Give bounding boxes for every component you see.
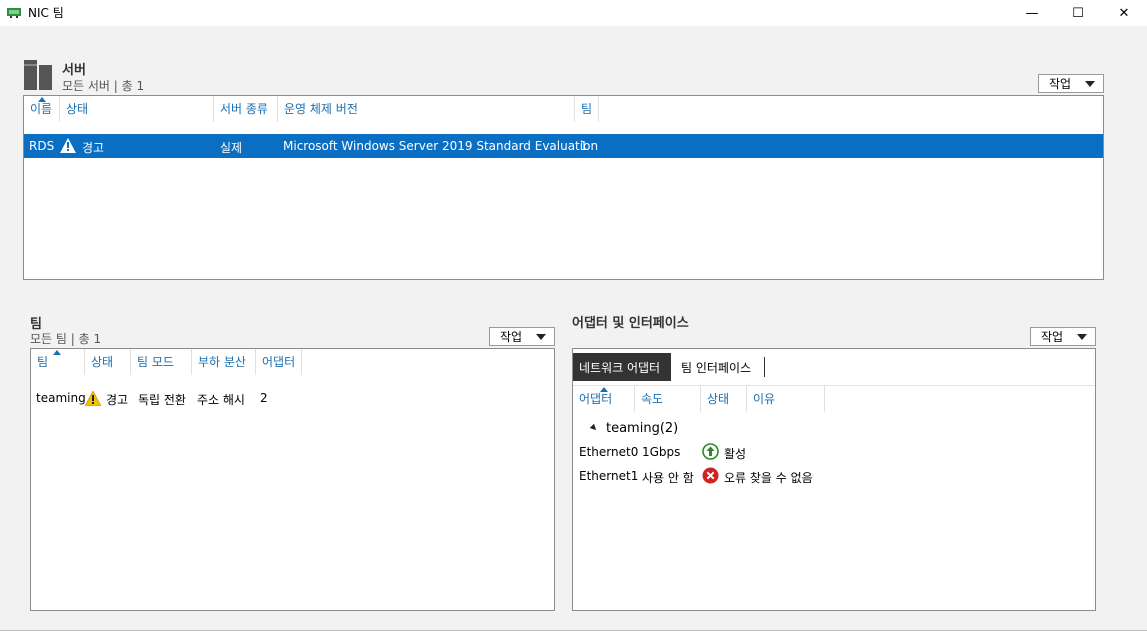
adapters-task-button[interactable]: 작업 — [1030, 327, 1096, 346]
column-header-adapter[interactable]: 어댑터 — [573, 386, 635, 412]
client-area: 서버 모든 서버 | 총 1 작업 이름 상태 서버 종류 운영 체제 버전 팀… — [0, 26, 1147, 630]
adapters-task-label: 작업 — [1041, 330, 1064, 344]
sort-ascending-icon — [38, 97, 46, 102]
server-type: 실제 — [220, 141, 243, 155]
teams-table: 팀 상태 팀 모드 부하 분산 어댑터 teaming 경고 독립 전환 주소 … — [30, 348, 555, 611]
server-status: 경고 — [82, 141, 105, 155]
server-name: RDS — [29, 139, 55, 153]
table-row[interactable]: RDS 경고 실제 Microsoft Windows Server 2019 … — [24, 134, 1103, 158]
sort-ascending-icon — [53, 350, 61, 355]
adapter-speed: 1Gbps — [642, 445, 681, 459]
teams-task-button[interactable]: 작업 — [489, 327, 555, 346]
adapters-panel: 네트워크 어댑터 팀 인터페이스 어댑터 속도 상태 이유 teaming(2)… — [572, 348, 1096, 611]
group-label: teaming(2) — [606, 421, 679, 436]
server-icon — [24, 60, 52, 90]
warning-icon — [85, 391, 101, 406]
servers-subtitle: 모든 서버 | 총 1 — [62, 79, 145, 93]
chevron-down-icon — [1085, 81, 1095, 87]
team-load-balancing: 주소 해시 — [197, 393, 245, 407]
adapter-reason: 오류 찾을 수 없음 — [724, 471, 813, 485]
column-header-team-mode[interactable]: 팀 모드 — [131, 349, 192, 375]
column-header-server-type[interactable]: 서버 종류 — [214, 96, 278, 122]
adapter-name: Ethernet0 — [579, 445, 639, 459]
tab-network-adapters[interactable]: 네트워크 어댑터 — [573, 353, 671, 381]
column-header-name[interactable]: 이름 — [24, 96, 60, 122]
team-mode: 독립 전환 — [138, 393, 186, 407]
team-name: teaming — [36, 391, 86, 405]
group-row[interactable]: teaming(2) — [573, 419, 1095, 439]
servers-task-button[interactable]: 작업 — [1038, 74, 1104, 93]
table-row[interactable]: Ethernet1 사용 안 함 오류 찾을 수 없음 — [573, 465, 1095, 487]
column-header-status[interactable]: 상태 — [60, 96, 214, 122]
servers-task-label: 작업 — [1049, 77, 1072, 91]
arrow-up-circle-icon — [702, 443, 719, 460]
collapse-triangle-icon[interactable] — [589, 423, 599, 433]
teams-subtitle: 모든 팀 | 총 1 — [30, 332, 102, 346]
tab-team-interfaces[interactable]: 팀 인터페이스 — [675, 357, 765, 377]
error-icon — [702, 467, 719, 484]
adapter-state: 활성 — [724, 447, 747, 461]
column-header-reason[interactable]: 이유 — [747, 386, 825, 412]
maximize-button[interactable]: ☐ — [1055, 0, 1101, 26]
maximize-icon: ☐ — [1072, 5, 1084, 21]
server-os: Microsoft Windows Server 2019 Standard E… — [283, 139, 599, 153]
window-title: NIC 팀 — [28, 6, 64, 20]
adapters-title: 어댑터 및 인터페이스 — [572, 316, 689, 331]
table-row[interactable]: teaming 경고 독립 전환 주소 해시 2 — [31, 388, 554, 410]
column-header-team[interactable]: 팀 — [31, 349, 85, 375]
close-icon: ✕ — [1118, 5, 1130, 21]
server-teams: 1 — [580, 139, 588, 153]
close-button[interactable]: ✕ — [1101, 0, 1147, 26]
minimize-icon: — — [1025, 5, 1039, 21]
adapter-name: Ethernet1 — [579, 469, 639, 483]
chevron-down-icon — [536, 334, 546, 340]
team-status: 경고 — [106, 393, 129, 407]
servers-title: 서버 — [62, 63, 86, 78]
teams-task-label: 작업 — [500, 330, 523, 344]
chevron-down-icon — [1077, 334, 1087, 340]
warning-icon — [60, 138, 76, 153]
nic-team-app-icon — [7, 8, 21, 18]
adapters-column-headers: 어댑터 속도 상태 이유 — [573, 385, 1095, 412]
column-header-os-version[interactable]: 운영 체제 버전 — [278, 96, 575, 122]
table-row[interactable]: Ethernet0 1Gbps 활성 — [573, 441, 1095, 463]
team-adapter-count: 2 — [260, 391, 268, 405]
column-header-speed[interactable]: 속도 — [635, 386, 701, 412]
column-header-status[interactable]: 상태 — [85, 349, 131, 375]
column-header-adapters[interactable]: 어댑터 — [256, 349, 302, 375]
status-bar — [0, 630, 1147, 635]
minimize-button[interactable]: — — [1009, 0, 1055, 26]
title-bar: NIC 팀 — ☐ ✕ — [0, 0, 1147, 26]
sort-ascending-icon — [600, 387, 608, 392]
column-header-state[interactable]: 상태 — [701, 386, 747, 412]
column-header-load-balancing[interactable]: 부하 분산 — [192, 349, 256, 375]
adapter-speed: 사용 안 함 — [642, 471, 694, 485]
column-header-team[interactable]: 팀 — [575, 96, 599, 122]
servers-table: 이름 상태 서버 종류 운영 체제 버전 팀 RDS 경고 실제 Microso… — [23, 95, 1104, 280]
